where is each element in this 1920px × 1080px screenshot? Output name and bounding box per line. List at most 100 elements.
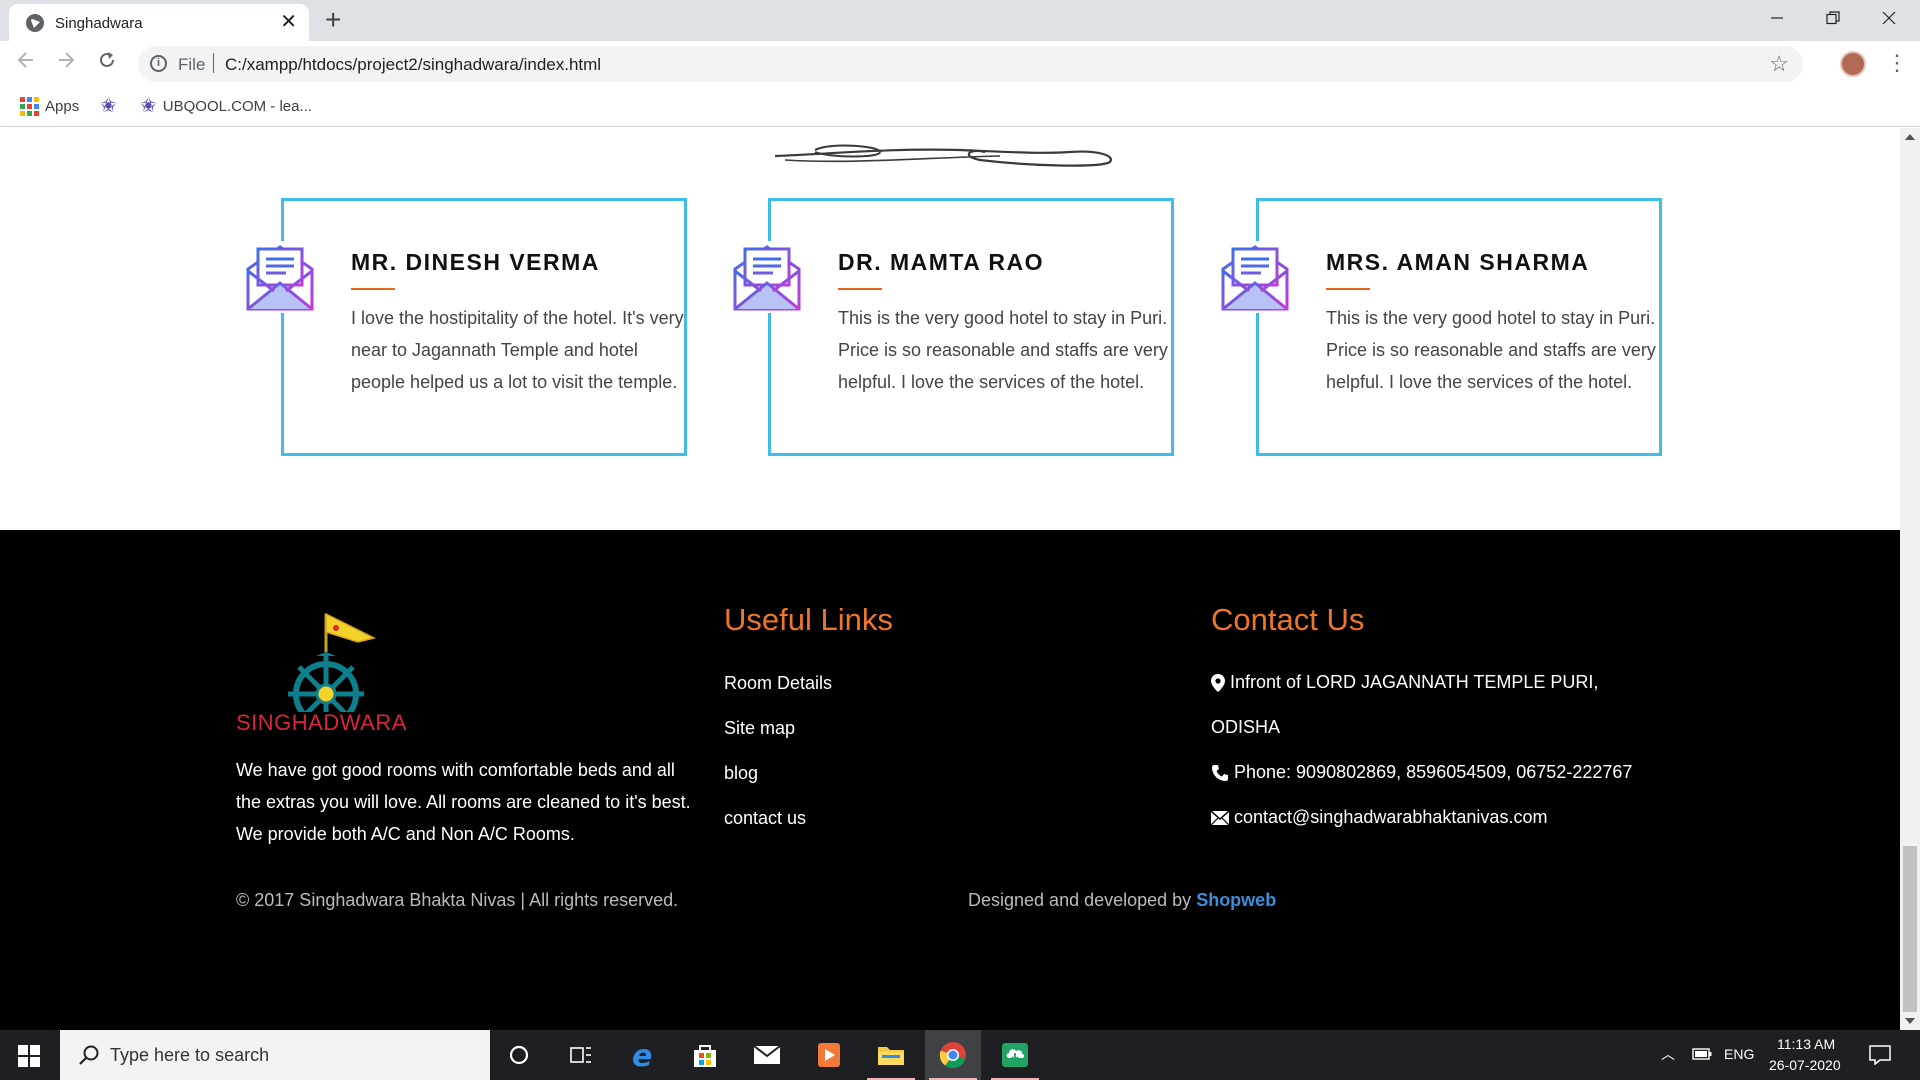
search-placeholder: Type here to search: [110, 1045, 270, 1065]
reviewer-name: MRS. AMAN SHARMA: [1326, 249, 1590, 275]
new-tab-button[interactable]: +: [325, 6, 341, 34]
bookmark-label: UBQOOL.COM - lea...: [162, 97, 312, 115]
url-scheme: File: [178, 55, 206, 74]
internet-explorer-icon: e: [632, 1041, 652, 1069]
bookmarks-bar: Apps ✬ ✬ UBQOOL.COM - lea...: [0, 87, 1920, 127]
store-bag-icon: [694, 1045, 716, 1067]
contact-us-heading: Contact Us: [1211, 602, 1365, 637]
forward-arrow-icon: [59, 52, 75, 68]
windows-taskbar: Type here to search e ︿ ENG 11:13 AM 26-…: [0, 1030, 1920, 1080]
scrollbar-thumb[interactable]: [1903, 846, 1917, 1012]
search-icon: [79, 1045, 99, 1065]
info-icon[interactable]: i: [150, 55, 167, 72]
mail-icon: [753, 1045, 781, 1064]
folder-icon: [878, 1047, 904, 1065]
reviewer-name: DR. MAMTA RAO: [838, 249, 1045, 275]
cortana-circle-icon: [509, 1045, 529, 1065]
address-line: ODISHA: [1211, 717, 1281, 737]
cloud-download-icon: [1002, 1043, 1028, 1067]
bookmark-starred[interactable]: ✬: [100, 96, 117, 116]
bookmark-apps[interactable]: Apps: [20, 97, 79, 116]
restore-icon: [1826, 11, 1840, 25]
contact-email[interactable]: contact@singhadwarabhaktanivas.com: [1211, 807, 1547, 828]
about-text: We have got good rooms with comfortable …: [236, 760, 691, 844]
media-player-taskbar[interactable]: [801, 1030, 857, 1080]
profile-avatar[interactable]: [1840, 51, 1866, 77]
name-underline: [838, 288, 882, 290]
edge-browser-taskbar[interactable]: e: [615, 1030, 671, 1080]
notifications-icon[interactable]: [1869, 1045, 1891, 1065]
scroll-down-icon[interactable]: [1905, 1018, 1915, 1024]
chrome-icon: [939, 1042, 966, 1069]
browser-tab[interactable]: Singhadwara ✕: [9, 4, 309, 41]
address-bar[interactable]: i File C:/xampp/htdocs/project2/singhadw…: [138, 46, 1803, 82]
reload-icon: [100, 52, 114, 67]
link-site-map[interactable]: Site map: [724, 718, 795, 739]
reload-button[interactable]: [97, 49, 117, 77]
credits: Designed and developed by Shopweb: [968, 890, 1276, 911]
useful-links-heading: Useful Links: [724, 602, 893, 637]
scroll-up-icon[interactable]: [1905, 134, 1915, 140]
copyright-text: © 2017 Singhadwara Bhakta Nivas | All ri…: [236, 890, 679, 910]
restore-button[interactable]: [1805, 0, 1861, 41]
tab-close-button[interactable]: ✕: [280, 12, 297, 32]
shopweb-link[interactable]: Shopweb: [1196, 890, 1276, 910]
browser-tab-strip: Singhadwara ✕ +: [0, 0, 1920, 41]
envelope-icon: [244, 241, 316, 313]
download-app-taskbar[interactable]: [987, 1030, 1043, 1080]
phone-text: Phone: 9090802869, 8596054509, 06752-222…: [1234, 762, 1633, 782]
language-indicator[interactable]: ENG: [1724, 1046, 1754, 1062]
battery-icon[interactable]: [1692, 1048, 1712, 1060]
windows-start-icon[interactable]: [18, 1045, 40, 1067]
forward-button[interactable]: [56, 49, 76, 77]
envelope-icon: [731, 241, 803, 313]
minimize-icon: [1771, 17, 1783, 19]
divider: [213, 53, 214, 73]
reviewer-name: MR. DINESH VERMA: [351, 249, 600, 275]
task-view-button[interactable]: [553, 1030, 609, 1080]
back-button[interactable]: [16, 49, 36, 77]
site-footer: SINGHADWARA We have got good rooms with …: [0, 530, 1900, 1030]
minimize-button[interactable]: [1749, 0, 1805, 41]
bookmark-star-icon[interactable]: ☆: [1769, 51, 1789, 77]
link-contact-us[interactable]: contact us: [724, 808, 806, 829]
review-text: This is the very good hotel to stay in P…: [838, 308, 1168, 392]
envelope-icon: [1219, 241, 1291, 313]
name-underline: [351, 288, 395, 290]
url-text[interactable]: C:/xampp/htdocs/project2/singhadwara/ind…: [225, 55, 601, 75]
browser-menu-icon[interactable]: ⋮: [1886, 49, 1908, 77]
taskbar-search[interactable]: Type here to search: [60, 1030, 490, 1080]
store-taskbar[interactable]: [677, 1030, 733, 1080]
page-viewport: MR. DINESH VERMA I love the hostipitalit…: [0, 128, 1900, 1030]
svg-text:e: e: [632, 1041, 652, 1069]
email-text[interactable]: contact@singhadwarabhaktanivas.com: [1234, 807, 1547, 828]
link-room-details[interactable]: Room Details: [724, 673, 832, 694]
apps-grid-icon: [20, 97, 39, 116]
task-view-icon: [570, 1047, 591, 1063]
play-icon: [818, 1043, 840, 1067]
logo-wordmark: SINGHADWARA: [236, 710, 407, 735]
browser-toolbar: i File C:/xampp/htdocs/project2/singhadw…: [0, 41, 1920, 87]
map-marker-icon: [1211, 673, 1225, 692]
link-blog[interactable]: blog: [724, 763, 758, 784]
back-arrow-icon: [17, 52, 33, 68]
close-icon: [1882, 11, 1896, 25]
star-icon: ✬: [140, 95, 157, 117]
show-hidden-icons-icon[interactable]: ︿: [1661, 1044, 1675, 1064]
clock-date[interactable]: 26-07-2020: [1769, 1057, 1841, 1073]
testimonial-card: MRS. AMAN SHARMA This is the very good h…: [1219, 198, 1662, 456]
contact-phone: Phone: 9090802869, 8596054509, 06752-222…: [1211, 762, 1632, 783]
file-explorer-taskbar[interactable]: [863, 1030, 919, 1080]
bookmark-label: Apps: [45, 98, 80, 115]
mail-taskbar[interactable]: [739, 1030, 795, 1080]
testimonial-card: DR. MAMTA RAO This is the very good hote…: [731, 198, 1174, 456]
bookmark-ubqool[interactable]: ✬ UBQOOL.COM - lea...: [140, 95, 312, 117]
chrome-taskbar[interactable]: [925, 1030, 981, 1080]
globe-icon: [26, 14, 44, 32]
cortana-button[interactable]: [491, 1030, 547, 1080]
close-window-button[interactable]: [1861, 0, 1917, 41]
page-scrollbar[interactable]: [1900, 128, 1920, 1030]
name-underline: [1326, 288, 1370, 290]
clock-time[interactable]: 11:13 AM: [1777, 1036, 1835, 1052]
testimonial-card: MR. DINESH VERMA I love the hostipitalit…: [244, 198, 687, 456]
